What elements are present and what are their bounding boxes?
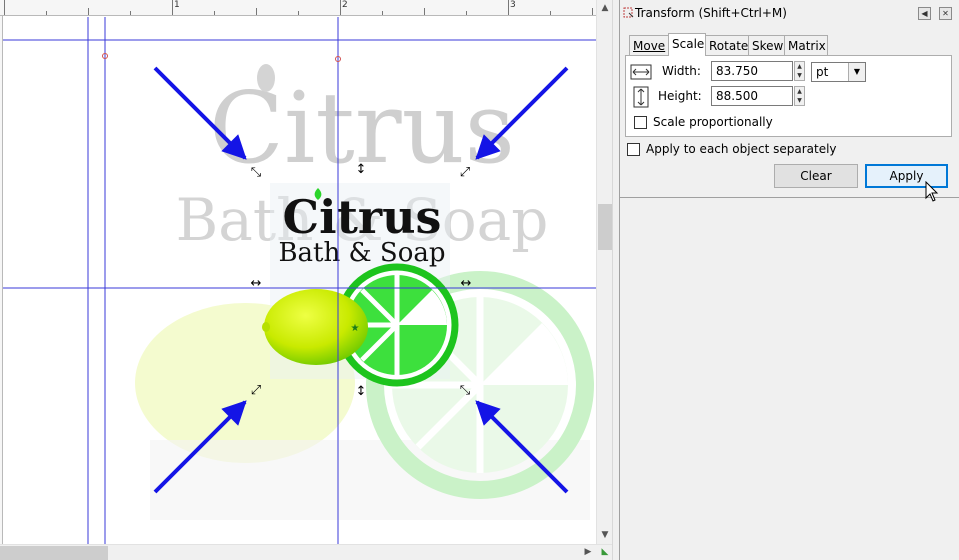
close-icon[interactable]: ✕ <box>939 7 952 20</box>
ruler-tick <box>340 0 341 15</box>
tab-rotate[interactable]: Rotate <box>705 35 749 55</box>
svg-text:↔: ↔ <box>461 276 472 291</box>
tab-move[interactable]: Move <box>629 35 669 55</box>
transform-icon <box>623 7 634 18</box>
apply-each-separately-label: Apply to each object separately <box>646 142 837 156</box>
ruler-tick <box>256 8 257 15</box>
scale-tab-panel: Width: ▲▼ pt ▼ Height: ▲▼ Scale proporti… <box>625 55 952 137</box>
ruler-tick <box>172 0 173 15</box>
ruler-tick <box>382 11 383 15</box>
logo-word: Citrus <box>283 190 442 244</box>
ruler-tick <box>4 0 5 15</box>
horizontal-ruler[interactable]: 1 2 3 <box>0 0 596 16</box>
svg-text:↕: ↕ <box>356 162 367 177</box>
svg-text:★: ★ <box>351 323 360 334</box>
svg-text:⤢: ⤢ <box>251 383 261 398</box>
horizontal-scrollbar[interactable]: ▶ ◣ <box>0 544 612 560</box>
width-spinner[interactable]: ▲ ▼ <box>794 61 805 81</box>
tab-label: Scale <box>672 37 705 51</box>
ruler-tick <box>46 11 47 15</box>
tab-skew[interactable]: Skew <box>748 35 785 55</box>
svg-text:↔: ↔ <box>251 276 262 291</box>
mouse-cursor-icon <box>925 181 939 202</box>
height-label: Height: <box>658 89 702 103</box>
svg-text:⤡: ⤡ <box>251 165 262 180</box>
ruler-label: 2 <box>342 0 348 10</box>
dock-empty-area <box>619 198 959 560</box>
unit-select[interactable]: pt ▼ <box>811 62 866 82</box>
dialog-title-bar[interactable]: Transform (Shift+Ctrl+M) ◀ ✕ <box>620 0 959 26</box>
tab-scale[interactable]: Scale <box>668 33 706 56</box>
logo-sub: Bath & Soap <box>278 238 445 268</box>
height-spinner[interactable]: ▲ ▼ <box>794 86 805 106</box>
ruler-tick <box>88 8 89 15</box>
tab-label: Move <box>633 39 666 53</box>
canvas-area[interactable]: 1 2 3 Citrus Bath & Soap Citrus Bath & S… <box>0 0 612 560</box>
width-input[interactable] <box>711 61 793 81</box>
tab-label: Skew <box>752 39 784 53</box>
transform-dialog: Transform (Shift+Ctrl+M) ◀ ✕ Move Scale … <box>619 0 959 198</box>
ruler-tick <box>466 11 467 15</box>
artwork: Citrus Bath & Soap Citrus Bath & Soap ★ … <box>3 17 596 544</box>
ruler-tick <box>298 11 299 15</box>
ruler-tick <box>550 11 551 15</box>
width-label: Width: <box>662 64 701 78</box>
unit-value: pt <box>816 65 829 79</box>
svg-text:⤢: ⤢ <box>460 165 470 180</box>
drawing-canvas[interactable]: Citrus Bath & Soap Citrus Bath & Soap ★ … <box>3 17 596 544</box>
clear-button[interactable]: Clear <box>774 164 858 188</box>
scroll-down-icon[interactable]: ▼ <box>597 530 613 540</box>
horizontal-scroll-thumb[interactable] <box>0 546 108 560</box>
ruler-tick <box>424 8 425 15</box>
chevron-down-icon: ▼ <box>848 63 865 81</box>
scroll-right-icon[interactable]: ▶ <box>580 547 596 557</box>
height-input[interactable] <box>711 86 793 106</box>
ruler-tick <box>214 11 215 15</box>
ruler-label: 1 <box>174 0 180 10</box>
svg-text:↕: ↕ <box>356 384 367 399</box>
ruler-label: 3 <box>510 0 516 10</box>
iconify-icon[interactable]: ◀ <box>918 7 931 20</box>
apply-each-separately-checkbox[interactable] <box>627 143 640 156</box>
svg-text:⤡: ⤡ <box>460 383 471 398</box>
scale-proportionally-label: Scale proportionally <box>653 115 773 129</box>
tab-label: Matrix <box>788 39 826 53</box>
vertical-scroll-thumb[interactable] <box>598 204 612 250</box>
tab-label: Rotate <box>709 39 749 53</box>
height-icon <box>633 86 649 108</box>
ruler-tick <box>592 8 593 15</box>
dialog-title: Transform (Shift+Ctrl+M) <box>635 6 787 20</box>
scale-proportionally-checkbox[interactable] <box>634 116 647 129</box>
vertical-scrollbar[interactable]: ▲ ▼ <box>596 0 612 544</box>
width-icon <box>630 64 652 80</box>
ruler-tick <box>508 0 509 15</box>
tab-matrix[interactable]: Matrix <box>784 35 828 55</box>
ruler-tick <box>130 11 131 15</box>
scroll-up-icon[interactable]: ▲ <box>597 3 613 13</box>
corner-grip-icon[interactable]: ◣ <box>597 547 613 557</box>
panel-splitter[interactable] <box>612 0 619 560</box>
